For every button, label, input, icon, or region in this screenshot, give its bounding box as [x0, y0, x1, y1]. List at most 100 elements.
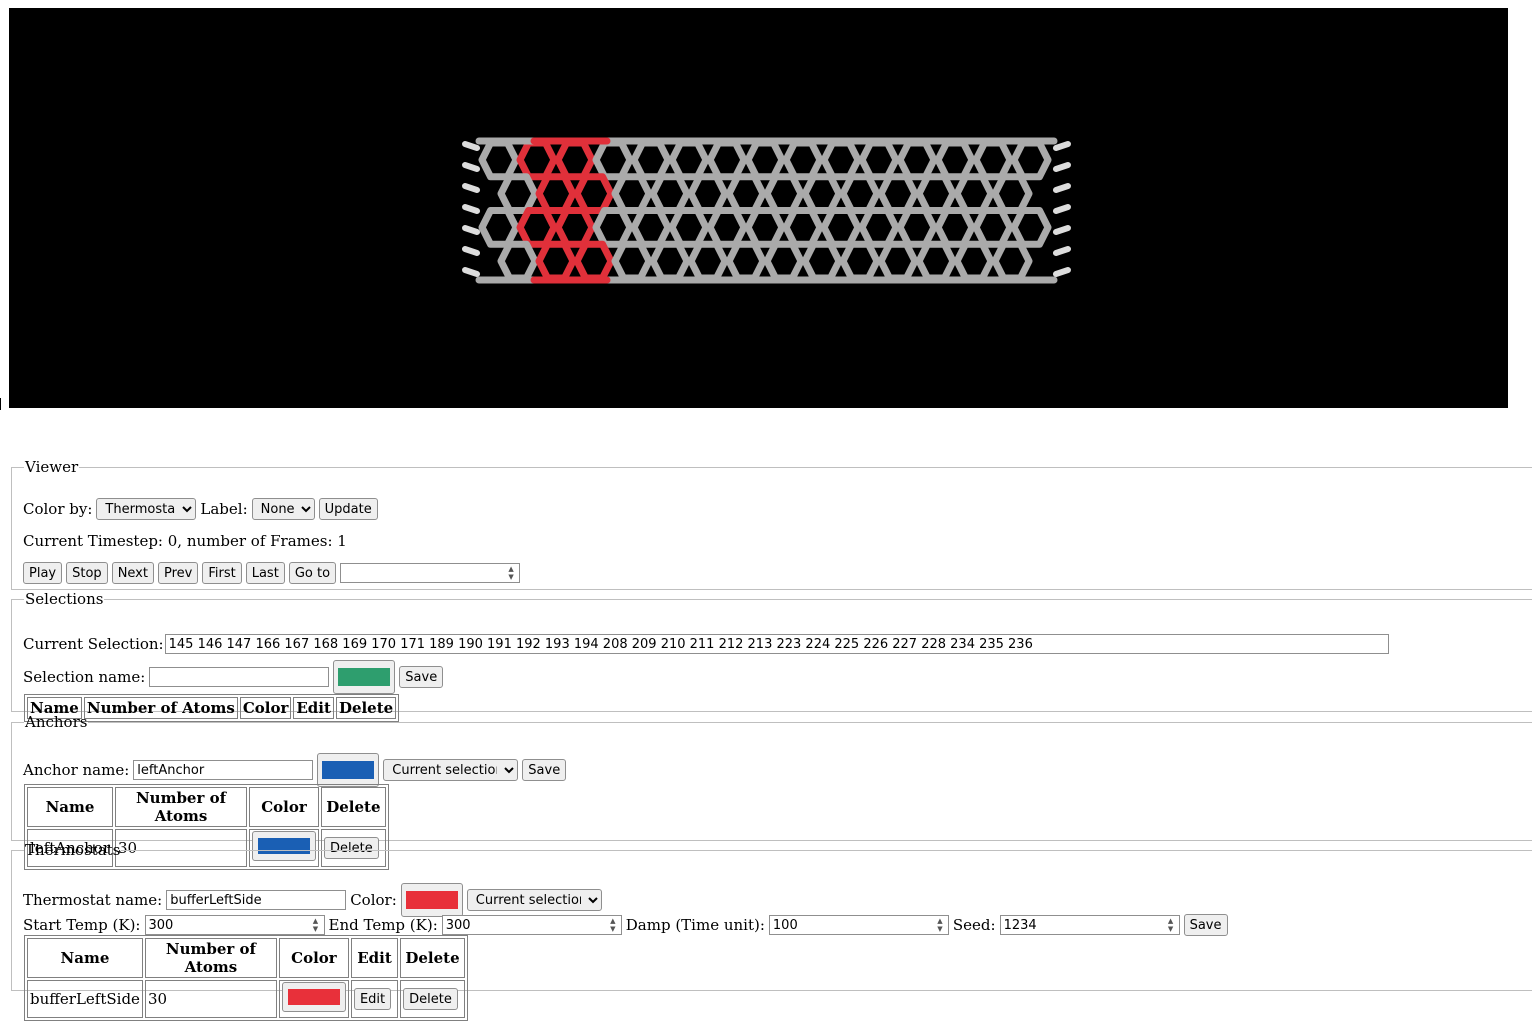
anchors-panel: Anchors Anchor name: Current selection S…	[11, 713, 1532, 870]
carbon-ring	[972, 207, 1014, 248]
spinner-icon[interactable]: ▲ ▼	[506, 565, 516, 581]
spinner-icon[interactable]: ▲ ▼	[608, 917, 618, 933]
damp-input[interactable]	[768, 915, 949, 935]
seed-stepper[interactable]: ▲▼	[999, 915, 1180, 935]
update-button[interactable]: Update	[318, 498, 378, 520]
carbon-ring	[820, 139, 862, 181]
molecule-viewer-canvas[interactable]	[9, 8, 1508, 408]
selections-panel: Selections Current Selection: Selection …	[11, 590, 1532, 722]
start-temp-label: Start Temp (K):	[23, 916, 141, 934]
table-header-row: Name Number of Atoms Color Edit Delete	[27, 938, 465, 978]
thermostat-color-picker[interactable]	[400, 883, 463, 917]
goto-frame-input[interactable]	[340, 563, 521, 583]
damp-label: Damp (Time unit):	[625, 916, 765, 934]
thermostats-panel: Thermostats Thermostat name: Color: Curr…	[11, 841, 1532, 1021]
damp-stepper[interactable]: ▲▼	[768, 915, 949, 935]
hydrogen-bond	[462, 246, 480, 256]
carbon-ring	[934, 139, 976, 181]
end-temp-stepper[interactable]: ▲▼	[441, 915, 622, 935]
anchor-save-button[interactable]: Save	[522, 759, 567, 781]
carbon-ring	[516, 139, 558, 181]
hydrogen-bond	[1053, 141, 1071, 151]
thermostat-color-swatch	[405, 891, 458, 909]
prev-button[interactable]: Prev	[157, 562, 199, 584]
col-atoms-header: Number of Atoms	[115, 787, 248, 827]
thermostat-row-name: bufferLeftSide	[27, 980, 143, 1018]
carbon-ring	[497, 240, 539, 282]
carbon-ring	[877, 173, 919, 214]
goto-frame-stepper[interactable]: ▲ ▼	[340, 563, 521, 583]
hydrogen-bond	[1053, 204, 1071, 214]
anchor-color-swatch	[322, 761, 375, 779]
col-name-header: Name	[27, 938, 143, 978]
anchor-source-select[interactable]: Current selection	[383, 759, 519, 781]
thermostat-delete-button[interactable]: Delete	[403, 988, 458, 1010]
carbon-ring	[630, 139, 672, 181]
anchor-color-picker[interactable]	[317, 753, 380, 787]
last-button[interactable]: Last	[245, 562, 285, 584]
color-by-select[interactable]: Thermostat	[96, 498, 197, 520]
carbon-ring	[763, 240, 805, 282]
carbon-ring	[915, 173, 957, 214]
thermostat-row-color-picker[interactable]	[281, 982, 346, 1012]
selection-color-picker[interactable]	[333, 660, 396, 694]
end-temp-input[interactable]	[441, 915, 622, 935]
carbon-ring	[820, 207, 862, 248]
carbon-ring	[725, 173, 767, 214]
hydrogen-bond	[462, 141, 480, 151]
carbon-ring	[991, 240, 1033, 282]
table-header-row: Name Number of Atoms Color Delete	[27, 787, 386, 827]
carbon-ring	[991, 173, 1033, 214]
carbon-ring	[687, 240, 729, 282]
carbon-ring	[763, 173, 805, 214]
carbon-ring	[478, 139, 520, 181]
col-delete-header: Delete	[400, 938, 465, 978]
stop-button[interactable]: Stop	[66, 562, 108, 584]
carbon-ring	[668, 139, 710, 181]
hydrogen-bond	[462, 225, 480, 235]
carbon-ring	[744, 139, 786, 181]
start-temp-stepper[interactable]: ▲▼	[144, 915, 325, 935]
col-delete-header: Delete	[321, 787, 386, 827]
first-button[interactable]: First	[202, 562, 242, 584]
anchor-name-label: Anchor name:	[23, 761, 130, 779]
hydrogen-bond	[462, 267, 480, 277]
thermostat-edit-button[interactable]: Edit	[353, 988, 392, 1010]
selection-name-input[interactable]	[149, 667, 330, 687]
spinner-icon[interactable]: ▲ ▼	[935, 917, 945, 933]
selection-save-button[interactable]: Save	[399, 666, 444, 688]
table-row: bufferLeftSide 30 Edit Delete	[27, 980, 465, 1018]
carbon-ring	[535, 173, 577, 214]
spinner-icon[interactable]: ▲ ▼	[1166, 917, 1176, 933]
thermostat-name-input[interactable]	[166, 890, 347, 910]
current-selection-label: Current Selection:	[23, 635, 164, 653]
carbon-ring	[972, 139, 1014, 181]
carbon-ring	[744, 207, 786, 248]
goto-button[interactable]: Go to	[288, 562, 337, 584]
carbon-ring	[706, 139, 748, 181]
carbon-ring	[934, 207, 976, 248]
thermostat-save-button[interactable]: Save	[1183, 914, 1228, 936]
anchor-name-input[interactable]	[133, 760, 314, 780]
play-button[interactable]: Play	[23, 562, 63, 584]
carbon-ring	[554, 139, 596, 181]
label-select[interactable]: None	[251, 498, 315, 520]
carbon-ring	[592, 139, 634, 181]
carbon-ring	[478, 207, 520, 248]
carbon-ring	[1010, 207, 1052, 248]
spinner-icon[interactable]: ▲ ▼	[311, 917, 321, 933]
thermostat-source-select[interactable]: Current selection	[466, 889, 602, 911]
carbon-ring	[573, 173, 615, 214]
start-temp-input[interactable]	[144, 915, 325, 935]
next-button[interactable]: Next	[111, 562, 154, 584]
carbon-ring	[649, 240, 691, 282]
carbon-ring	[592, 207, 634, 248]
current-selection-input[interactable]	[164, 634, 1389, 654]
thermostat-color-label: Color:	[350, 891, 397, 909]
carbon-ring	[839, 173, 881, 214]
selections-legend: Selections	[25, 590, 104, 608]
thermostat-row-edit-cell: Edit	[350, 980, 399, 1018]
carbon-ring	[858, 207, 900, 248]
col-edit-header: Edit	[350, 938, 399, 978]
seed-input[interactable]	[999, 915, 1180, 935]
